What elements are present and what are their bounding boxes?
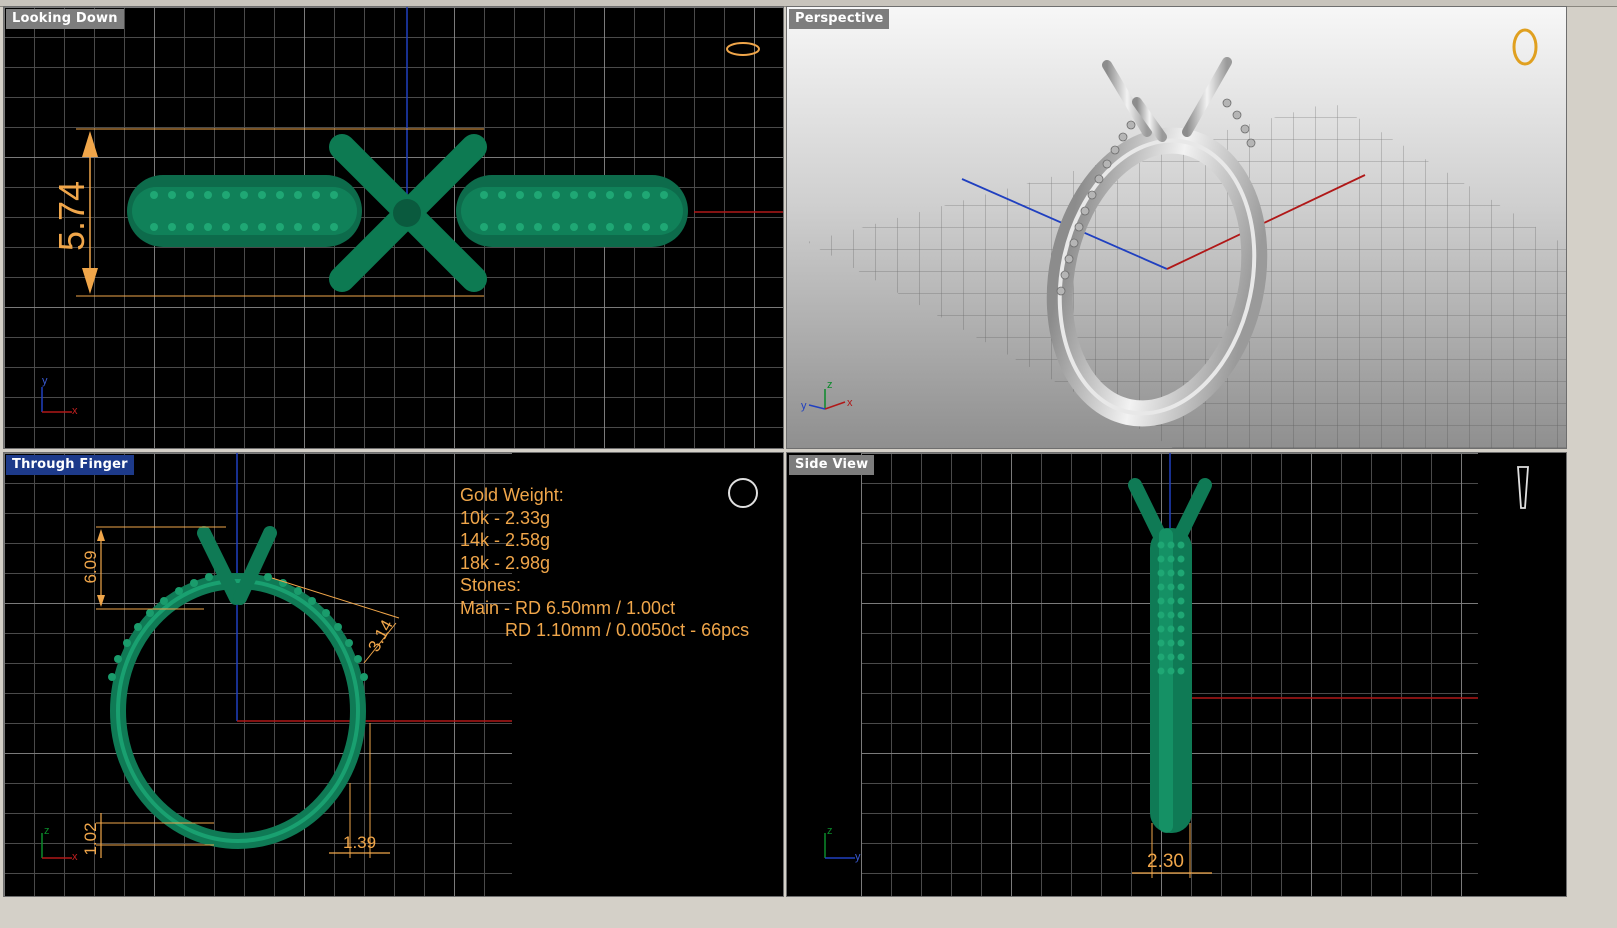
dimension-band-bottom: 1.39 xyxy=(343,833,377,852)
stone-line: Main - RD 6.50mm / 1.00ct xyxy=(460,597,676,618)
side-view-drawing xyxy=(824,453,1529,878)
specs-line: 14k - 2.58g xyxy=(460,530,551,550)
axis-label-z: z xyxy=(827,825,833,837)
perspective-drawing xyxy=(807,28,1566,448)
viewport-perspective[interactable]: z x y Perspective xyxy=(786,6,1567,449)
axis-label-x: x xyxy=(72,405,78,417)
specs-line: 10k - 2.33g xyxy=(460,507,551,528)
viewport-top[interactable]: 5.74 y x Looking Down xyxy=(3,6,784,449)
axis-label-y: y xyxy=(42,375,48,387)
viewport-label-front[interactable]: Through Finger xyxy=(6,455,134,475)
viewport-label-perspective[interactable]: Perspective xyxy=(789,9,890,29)
viewport-label-side[interactable]: Side View xyxy=(789,455,875,475)
dimension-height: 5.74 xyxy=(51,180,92,252)
stone-line: RD 1.10mm / 0.0050ct - 66pcs xyxy=(460,620,750,640)
dimension-width: 2.30 xyxy=(1147,851,1184,872)
specs-title: Gold Weight: xyxy=(460,485,564,505)
dimension-shank: 1.02 xyxy=(81,822,100,856)
side-profile-icon xyxy=(1517,466,1529,509)
axis-label-z: z xyxy=(827,379,833,391)
axis-label-y: y xyxy=(855,851,861,863)
dimension-height: 6.09 xyxy=(81,550,100,584)
axis-label-x: x xyxy=(847,397,853,409)
ring-icon-top xyxy=(726,42,760,56)
axis-label-z: z xyxy=(44,825,50,837)
prongs-persp xyxy=(1102,42,1232,142)
specs-notes: Gold Weight: 10k - 2.33g 14k - 2.58g 18k… xyxy=(460,484,749,642)
ring-icon-persp xyxy=(1512,28,1538,66)
axis-label-x: x xyxy=(72,851,78,863)
viewport-label-top[interactable]: Looking Down xyxy=(6,9,124,29)
stones-label: Stones: xyxy=(460,575,522,595)
viewport-side[interactable]: 2.30 z y Side View xyxy=(786,452,1567,897)
specs-line: 18k - 2.98g xyxy=(460,552,551,573)
top-view-drawing xyxy=(41,7,783,413)
axis-label-y: y xyxy=(801,400,807,412)
